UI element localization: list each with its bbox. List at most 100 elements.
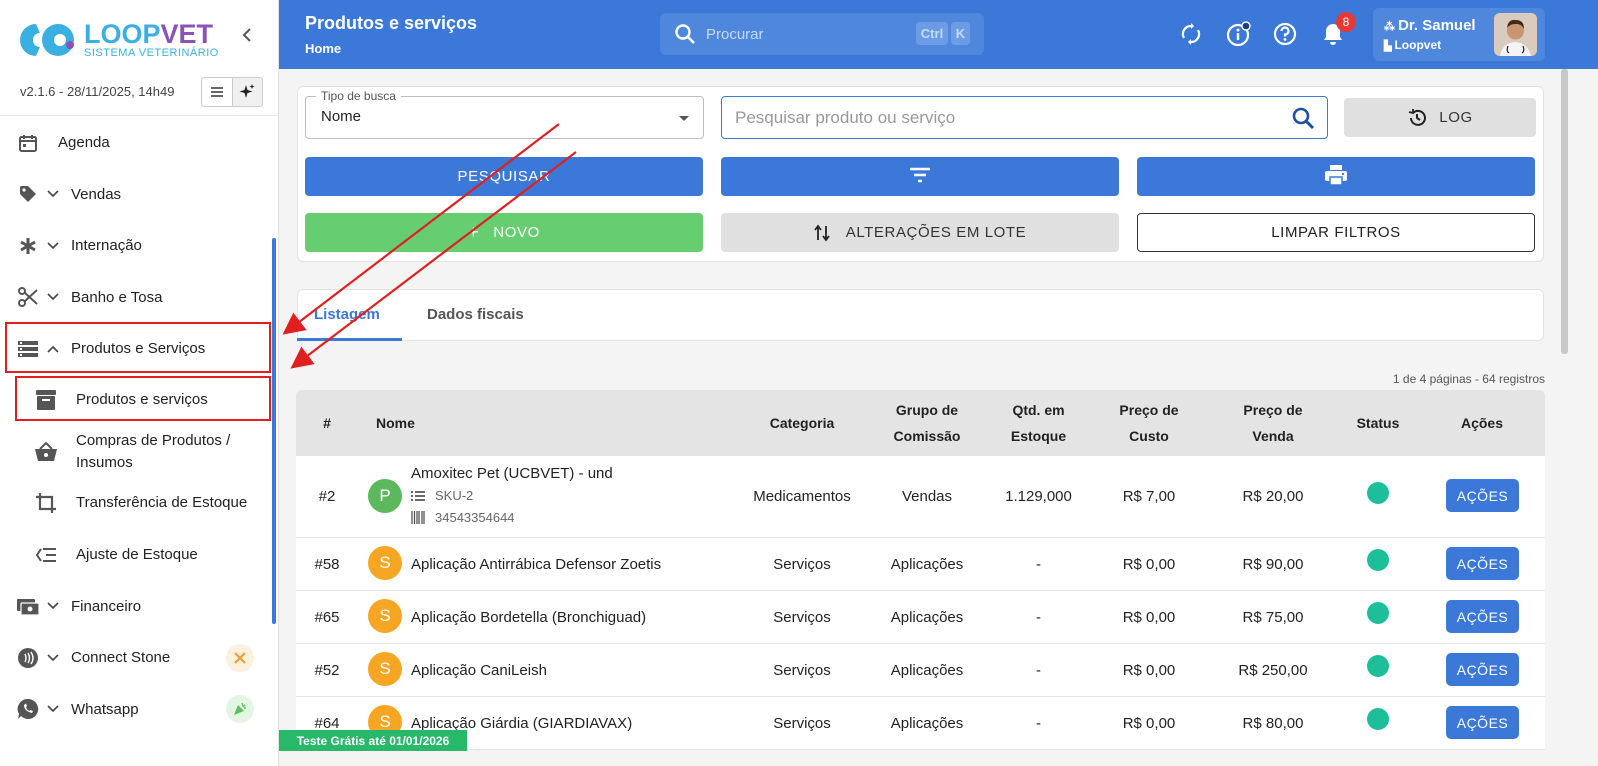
- sidebar-item-produtos-servicos[interactable]: Produtos e Serviços: [0, 323, 271, 375]
- batch-changes-button[interactable]: ALTERAÇÕES EM LOTE: [721, 213, 1119, 252]
- cell-categoria: Medicamentos: [753, 488, 851, 505]
- tab-listagem[interactable]: Listagem: [314, 306, 380, 323]
- swap-vertical-icon: [813, 224, 830, 242]
- status-dot: [1367, 482, 1389, 504]
- cell-qtd: -: [1036, 608, 1041, 626]
- chevron-down-icon: [46, 187, 60, 201]
- history-icon: [1407, 108, 1427, 128]
- global-search-input[interactable]: [706, 23, 896, 45]
- cell-grupo: Vendas: [901, 488, 953, 505]
- cell-name[interactable]: Aplicação Antirrábica Defensor Zoetis: [411, 538, 741, 590]
- table-row[interactable]: #2 P Amoxitec Pet (UCBVET) - und SKU-2 3…: [296, 456, 1545, 538]
- actions-button[interactable]: AÇÕES: [1446, 706, 1519, 739]
- table-row[interactable]: #64 S Aplicação Giárdia (GIARDIAVAX) Ser…: [296, 697, 1545, 750]
- cell-grupo: Aplicações: [890, 714, 964, 732]
- table-row[interactable]: #58 S Aplicação Antirrábica Defensor Zoe…: [296, 538, 1545, 591]
- sidebar-subitem-transferencia[interactable]: Transferência de Estoque: [0, 478, 271, 530]
- cell-num: #52: [314, 661, 340, 679]
- contactless-icon: [16, 646, 40, 670]
- status-dot: [1367, 602, 1389, 624]
- table-row[interactable]: #52 S Aplicação CaniLeish Serviços Aplic…: [296, 644, 1545, 697]
- sidebar-item-label: Agenda: [58, 134, 110, 152]
- chevron-down-icon: [46, 239, 60, 253]
- sidebar-item-connect-stone[interactable]: Connect Stone: [0, 632, 271, 684]
- archive-icon: [34, 388, 58, 412]
- sidebar-item-label: Compras de Produtos / Insumos: [76, 431, 231, 471]
- cell-num: #65: [314, 608, 340, 626]
- chevron-down-icon: [46, 702, 60, 716]
- notification-count-badge: 8: [1336, 12, 1356, 32]
- search-type-label: Tipo de busca: [316, 89, 401, 103]
- tab-dados-fiscais[interactable]: Dados fiscais: [427, 306, 524, 323]
- user-menu[interactable]: ⁂ Dr. Samuel ▙ Loopvet: [1373, 8, 1545, 61]
- chevron-down-icon: [46, 290, 60, 304]
- calendar-icon: [16, 131, 40, 155]
- sidebar-subitem-produtos-servicos[interactable]: Produtos e serviços: [0, 375, 271, 427]
- actions-button[interactable]: AÇÕES: [1446, 479, 1519, 512]
- sidebar-item-label: Produtos e serviços: [76, 391, 208, 409]
- global-search[interactable]: Ctrl K: [660, 13, 984, 55]
- breadcrumb[interactable]: Home: [305, 41, 341, 56]
- log-button[interactable]: LOG: [1344, 98, 1536, 137]
- product-search-field[interactable]: [721, 96, 1328, 139]
- sidebar-subitem-compras[interactable]: Compras de Produtos / Insumos: [0, 426, 271, 478]
- sidebar-scrollbar[interactable]: [272, 238, 276, 624]
- filter-button[interactable]: [721, 157, 1119, 196]
- scissors-icon: [16, 285, 40, 309]
- help-icon[interactable]: [1272, 21, 1298, 47]
- col-status: Status: [1356, 415, 1400, 431]
- version-text: v2.1.6 - 28/11/2025, 14h49: [20, 84, 175, 99]
- cell-custo: R$ 0,00: [1122, 608, 1176, 626]
- sidebar-subitem-ajuste[interactable]: Ajuste de Estoque: [0, 529, 271, 581]
- sidebar-item-financeiro[interactable]: Financeiro: [0, 581, 271, 633]
- new-button[interactable]: + NOVO: [305, 213, 703, 252]
- cell-name[interactable]: Aplicação Bordetella (Bronchiguad): [411, 591, 741, 643]
- basket-icon: [34, 440, 58, 464]
- search-icon[interactable]: [1291, 106, 1315, 135]
- cell-name[interactable]: Amoxitec Pet (UCBVET) - und: [411, 465, 613, 482]
- sidebar-item-label: Produtos e Serviços: [71, 340, 206, 358]
- sidebar-item-vendas[interactable]: Vendas: [0, 169, 271, 221]
- cell-categoria: Serviços: [773, 608, 831, 626]
- cell-venda: R$ 90,00: [1242, 555, 1304, 573]
- search-type-select[interactable]: Tipo de busca Nome: [305, 89, 704, 139]
- cell-num: #2: [318, 488, 336, 505]
- print-button[interactable]: [1137, 157, 1535, 196]
- info-icon[interactable]: [1225, 21, 1251, 47]
- list-icon: [411, 490, 425, 502]
- sidebar-item-banho-tosa[interactable]: Banho e Tosa: [0, 272, 271, 324]
- sidebar-item-whatsapp[interactable]: Whatsapp: [0, 684, 271, 736]
- product-search-input[interactable]: [735, 107, 1275, 129]
- page-scrollbar[interactable]: [1561, 69, 1568, 354]
- actions-button[interactable]: AÇÕES: [1446, 600, 1519, 633]
- clear-filters-button[interactable]: LIMPAR FILTROS: [1137, 213, 1535, 252]
- cell-venda: R$ 75,00: [1242, 608, 1304, 626]
- collapse-sidebar-button[interactable]: [236, 24, 258, 46]
- plus-icon: +: [468, 222, 480, 242]
- sync-icon[interactable]: [1178, 21, 1204, 47]
- dropdown-arrow-icon: [679, 116, 689, 121]
- search-button[interactable]: PESQUISAR: [305, 157, 703, 196]
- cell-num: #58: [314, 555, 340, 573]
- ai-sparkle-button[interactable]: [231, 78, 262, 106]
- actions-button[interactable]: AÇÕES: [1446, 547, 1519, 580]
- cell-grupo: Aplicações: [890, 608, 964, 626]
- actions-button[interactable]: AÇÕES: [1446, 653, 1519, 686]
- loopvet-logo[interactable]: LOOPVET SISTEMA VETERINÁRIO: [16, 20, 219, 60]
- product-type-avatar: S: [368, 652, 402, 686]
- filter-icon: [909, 167, 931, 187]
- whatsapp-icon: [16, 697, 40, 721]
- table-row[interactable]: #65 S Aplicação Bordetella (Bronchiguad)…: [296, 591, 1545, 644]
- menu-list-button[interactable]: [202, 78, 232, 106]
- product-type-avatar: P: [368, 479, 402, 513]
- col-venda: Preço de Venda: [1243, 402, 1303, 444]
- chevron-up-icon: [46, 342, 60, 356]
- sidebar-item-label: Connect Stone: [71, 649, 171, 667]
- cell-grupo: Aplicações: [890, 555, 964, 573]
- storage-icon: [16, 337, 40, 361]
- sidebar-item-internacao[interactable]: Internação: [0, 220, 271, 272]
- col-categoria: Categoria: [769, 415, 835, 431]
- pagination-info: 1 de 4 páginas - 64 registros: [1392, 372, 1545, 386]
- cell-name[interactable]: Aplicação CaniLeish: [411, 644, 741, 696]
- sidebar-item-agenda[interactable]: Agenda: [0, 117, 271, 169]
